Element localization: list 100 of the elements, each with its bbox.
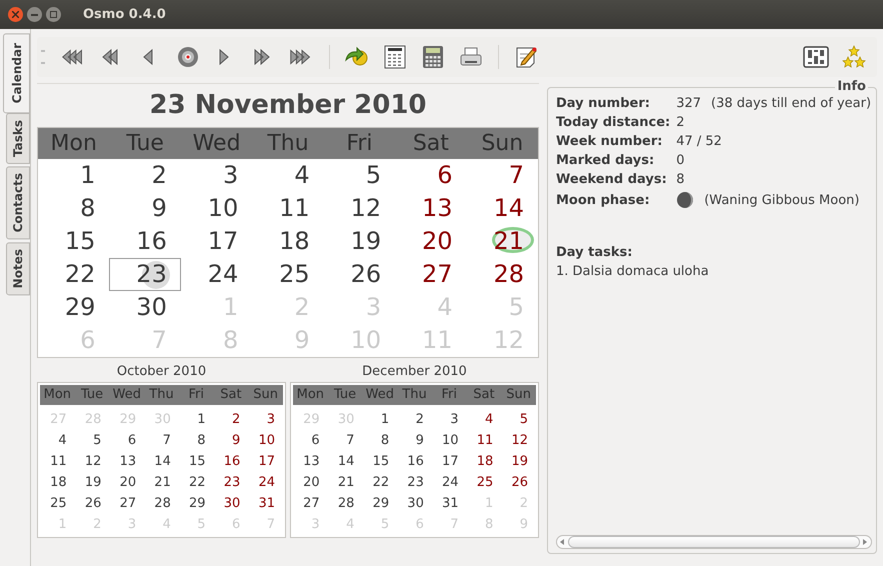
calendar-day[interactable]: 13: [293, 451, 328, 472]
calendar-day[interactable]: 20: [293, 472, 328, 493]
minimize-icon[interactable]: [27, 7, 42, 22]
calendar-day[interactable]: 13: [395, 192, 467, 225]
scroll-right-icon[interactable]: [863, 539, 868, 545]
calendar-day[interactable]: 21: [144, 472, 179, 493]
calendar-day[interactable]: 29: [178, 493, 214, 514]
calendar-day[interactable]: 18: [252, 225, 324, 258]
calendar-day[interactable]: 15: [178, 451, 214, 472]
calendar-day[interactable]: 30: [109, 291, 181, 324]
calendar-day[interactable]: 31: [432, 493, 467, 514]
calendar-day[interactable]: 17: [180, 225, 252, 258]
calendar-day[interactable]: 2: [397, 409, 432, 430]
calendar-day[interactable]: 11: [466, 430, 502, 451]
calendar-day[interactable]: 17: [432, 451, 467, 472]
calendar-day[interactable]: 18: [40, 472, 75, 493]
calendar-day[interactable]: 23: [109, 258, 181, 291]
calendar-day[interactable]: 20: [395, 225, 467, 258]
calendar-day[interactable]: 15: [38, 225, 110, 258]
calendar-day[interactable]: 22: [38, 258, 110, 291]
calendar-day[interactable]: 27: [109, 493, 144, 514]
calendar-day[interactable]: 4: [252, 159, 324, 192]
calendar-day[interactable]: 30: [397, 493, 432, 514]
calendar-day[interactable]: 23: [214, 472, 248, 493]
calendar-day[interactable]: 14: [466, 192, 538, 225]
calendar-day[interactable]: 25: [40, 493, 75, 514]
calendar-day[interactable]: 31: [248, 493, 283, 514]
calendar-day[interactable]: 3: [248, 409, 283, 430]
calendar-day[interactable]: 3: [432, 409, 467, 430]
calendar-day[interactable]: 18: [466, 451, 502, 472]
calendar-day[interactable]: 9: [109, 192, 181, 225]
calendar-day[interactable]: 8: [178, 430, 214, 451]
calendar-day[interactable]: 5: [74, 430, 110, 451]
calendar-day[interactable]: 21: [328, 472, 362, 493]
calendar-day[interactable]: 25: [252, 258, 324, 291]
calendar-day[interactable]: 2: [109, 159, 181, 192]
calendar-day[interactable]: 16: [214, 451, 248, 472]
calendar-day[interactable]: 4: [40, 430, 75, 451]
calendar-day[interactable]: 10: [432, 430, 467, 451]
calendar-day[interactable]: 23: [397, 472, 432, 493]
calendar-day[interactable]: 26: [324, 258, 396, 291]
calendar-day[interactable]: 16: [109, 225, 181, 258]
calendar-day[interactable]: 2: [214, 409, 248, 430]
calendar-day[interactable]: 26: [74, 493, 110, 514]
calendar-day[interactable]: 20: [109, 472, 144, 493]
calendar-day[interactable]: 5: [324, 159, 396, 192]
calendar-day[interactable]: 22: [178, 472, 214, 493]
calendar-day[interactable]: 30: [214, 493, 248, 514]
calendar-day[interactable]: 7: [144, 430, 179, 451]
calendar-day[interactable]: 7: [466, 159, 538, 192]
calendar-day[interactable]: 28: [144, 493, 179, 514]
calendar-day[interactable]: 1: [38, 159, 110, 192]
side-tab[interactable]: Contacts: [6, 166, 30, 240]
calendar-day[interactable]: 24: [248, 472, 283, 493]
side-tab[interactable]: Tasks: [6, 113, 30, 164]
calendar-day[interactable]: 27: [293, 493, 328, 514]
calendar-day[interactable]: 4: [466, 409, 502, 430]
calendar-day[interactable]: 8: [38, 192, 110, 225]
calendar-day[interactable]: 27: [395, 258, 467, 291]
calendar-day[interactable]: 16: [397, 451, 432, 472]
scroll-left-icon[interactable]: [560, 539, 565, 545]
calendar-day[interactable]: 13: [109, 451, 144, 472]
calendar-day[interactable]: 5: [501, 409, 536, 430]
calendar-day[interactable]: 19: [324, 225, 396, 258]
calendar-day[interactable]: 10: [248, 430, 283, 451]
calendar-day[interactable]: 11: [252, 192, 324, 225]
side-tab[interactable]: Notes: [6, 242, 30, 296]
calendar-day[interactable]: 14: [144, 451, 179, 472]
calendar-day[interactable]: 11: [40, 451, 75, 472]
calendar-day[interactable]: 29: [38, 291, 110, 324]
calendar-day[interactable]: 17: [248, 451, 283, 472]
calendar-day[interactable]: 12: [501, 430, 536, 451]
calendar-day[interactable]: 19: [74, 472, 110, 493]
calendar-day[interactable]: 28: [328, 493, 362, 514]
calendar-day[interactable]: 22: [362, 472, 398, 493]
calendar-day[interactable]: 21: [466, 225, 538, 258]
calendar-day[interactable]: 1: [362, 409, 398, 430]
calendar-day[interactable]: 14: [328, 451, 362, 472]
calendar-day[interactable]: 6: [293, 430, 328, 451]
calendar-day[interactable]: 7: [328, 430, 362, 451]
maximize-icon[interactable]: [46, 7, 61, 22]
calendar-day[interactable]: 1: [178, 409, 214, 430]
calendar-day[interactable]: 12: [324, 192, 396, 225]
calendar-day[interactable]: 9: [214, 430, 248, 451]
side-tab[interactable]: Calendar: [3, 33, 30, 114]
calendar-day[interactable]: 24: [180, 258, 252, 291]
calendar-day[interactable]: 15: [362, 451, 398, 472]
calendar-day[interactable]: 6: [109, 430, 144, 451]
calendar-day[interactable]: 9: [397, 430, 432, 451]
calendar-day[interactable]: 3: [180, 159, 252, 192]
horizontal-scrollbar[interactable]: [556, 535, 872, 549]
close-icon[interactable]: [8, 7, 23, 22]
calendar-day[interactable]: 24: [432, 472, 467, 493]
calendar-day[interactable]: 12: [74, 451, 110, 472]
calendar-day[interactable]: 19: [501, 451, 536, 472]
calendar-day[interactable]: 6: [395, 159, 467, 192]
calendar-day[interactable]: 26: [501, 472, 536, 493]
calendar-day[interactable]: 8: [362, 430, 398, 451]
calendar-day[interactable]: 28: [466, 258, 538, 291]
calendar-day[interactable]: 25: [466, 472, 502, 493]
